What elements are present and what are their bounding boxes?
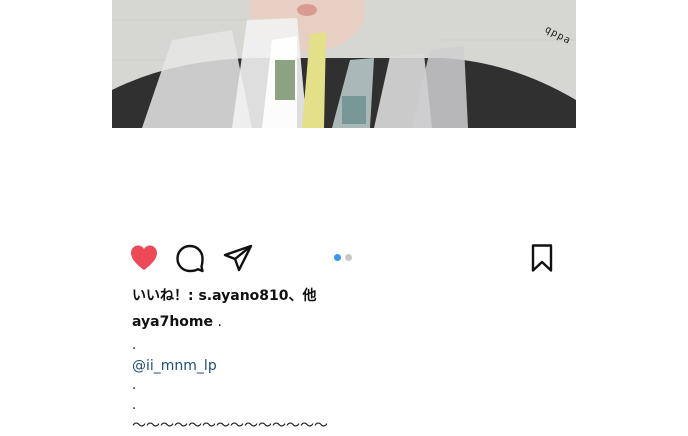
carousel-dot-active xyxy=(334,254,341,261)
share-button[interactable] xyxy=(222,242,254,274)
caption-text: . xyxy=(213,314,222,330)
author-username[interactable]: aya7home xyxy=(132,314,213,330)
paper-plane-icon xyxy=(223,244,253,272)
photo-illustration xyxy=(112,0,576,128)
post-photo[interactable]: qppa skkcn xyxy=(112,0,576,128)
bookmark-icon xyxy=(531,244,553,272)
save-button[interactable] xyxy=(526,242,558,274)
mention-link[interactable]: @ii_mnm_lp xyxy=(132,358,217,374)
comment-bubble-icon xyxy=(176,244,204,273)
caption-line: . xyxy=(132,338,137,353)
caption-line: @ii_mnm_lp xyxy=(132,356,572,376)
caption-line: . xyxy=(132,398,137,413)
comment-button[interactable] xyxy=(174,242,206,274)
caption-line: . xyxy=(132,378,137,393)
caption-line-cut: 〜〜〜〜〜〜〜〜〜〜〜〜〜〜 xyxy=(132,418,328,434)
heart-icon xyxy=(131,245,157,270)
post-action-bar xyxy=(112,236,576,280)
post-body: いいね！: s.ayano810、他 aya7home . . @ii_mnm_… xyxy=(132,284,572,436)
carousel-indicator xyxy=(334,254,352,261)
likes-summary[interactable]: いいね！: s.ayano810、他 xyxy=(132,284,572,308)
carousel-dot[interactable] xyxy=(345,254,352,261)
caption-author-line: aya7home . xyxy=(132,308,572,336)
like-button[interactable] xyxy=(128,242,160,274)
